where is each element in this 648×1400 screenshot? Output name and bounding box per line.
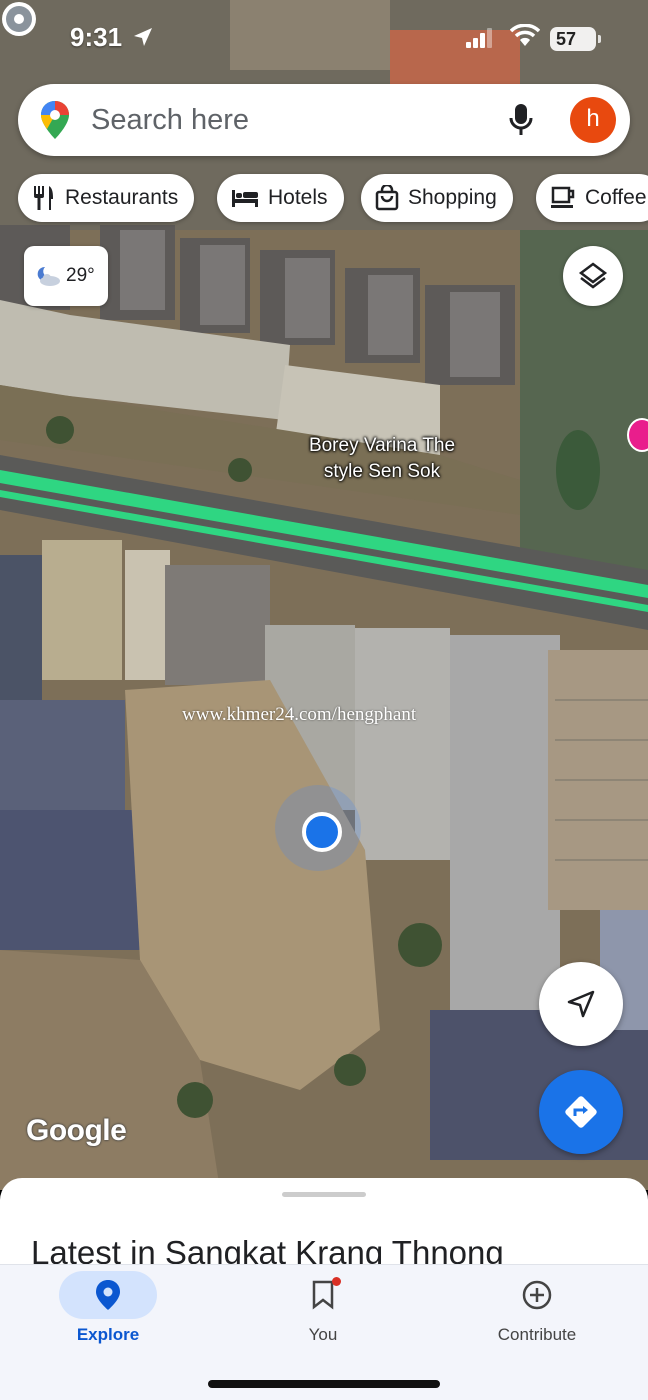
plus-circle-icon: [522, 1280, 552, 1310]
navigation-arrow-icon: [567, 990, 595, 1018]
chip-label: Coffee: [585, 186, 647, 209]
tab-label: Explore: [76, 1325, 140, 1344]
location-pin-icon: [96, 1280, 120, 1310]
directions-icon: [565, 1096, 597, 1128]
watermark-text: www.khmer24.com/hengphant: [182, 704, 417, 725]
location-arrow-icon: [134, 28, 152, 46]
tab-you[interactable]: You: [258, 1269, 388, 1349]
sheet-drag-handle[interactable]: [282, 1192, 366, 1197]
weather-widget[interactable]: 29°: [24, 246, 108, 306]
recenter-location-button[interactable]: [539, 962, 623, 1046]
shopping-bag-icon: [375, 185, 399, 211]
notification-badge: [332, 1277, 341, 1286]
my-location-dot[interactable]: [275, 785, 361, 871]
google-logo: Google: [26, 1114, 127, 1147]
tab-label: Contribute: [497, 1325, 577, 1344]
chip-shopping[interactable]: Shopping: [361, 174, 513, 222]
partly-cloudy-night-icon: [37, 266, 60, 286]
chip-restaurants[interactable]: Restaurants: [18, 174, 195, 222]
chip-label: Shopping: [408, 186, 497, 209]
chip-label: Restaurants: [65, 186, 179, 209]
map-place-label[interactable]: Borey Varina The style Sen Sok: [292, 433, 472, 485]
chip-label: Hotels: [268, 186, 328, 209]
layers-icon: [578, 262, 608, 289]
google-maps-logo-icon: [41, 101, 69, 139]
search-bar[interactable]: Search here h: [18, 84, 630, 156]
fork-knife-icon: [34, 186, 53, 210]
place-label-line-2: style Sen Sok: [323, 461, 441, 482]
tab-explore[interactable]: Explore: [43, 1269, 173, 1349]
bed-icon: [232, 190, 258, 207]
sheet-title: Latest in Sangkat Krang Thnong: [31, 1234, 504, 1268]
chip-hotels[interactable]: Hotels: [217, 174, 344, 222]
microphone-icon[interactable]: [508, 102, 534, 138]
status-bar: 9:31 57: [0, 0, 648, 76]
chip-coffee[interactable]: Coffee: [536, 174, 648, 222]
home-indicator[interactable]: [208, 1380, 440, 1388]
layers-button[interactable]: [563, 246, 623, 306]
bottom-sheet[interactable]: Latest in Sangkat Krang Thnong: [0, 1178, 648, 1268]
weather-temperature: 29°: [66, 265, 95, 286]
wifi-icon: [510, 24, 540, 46]
tab-label: You: [308, 1325, 338, 1344]
status-time: 9:31: [70, 22, 123, 52]
account-avatar[interactable]: h: [570, 97, 616, 143]
tab-contribute[interactable]: Contribute: [472, 1269, 602, 1349]
coffee-cup-icon: [551, 186, 575, 208]
battery-level-text: 57: [556, 29, 577, 49]
place-label-line-1: Borey Varina The: [308, 435, 456, 456]
battery-indicator: 57: [550, 27, 601, 51]
cellular-signal-icon: [466, 28, 492, 48]
directions-button[interactable]: [539, 1070, 623, 1154]
search-input[interactable]: Search here: [91, 104, 249, 137]
